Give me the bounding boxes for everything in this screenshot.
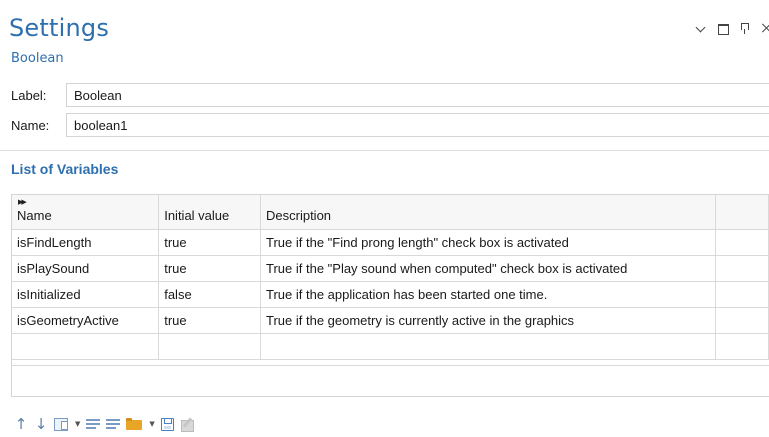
cell-description[interactable] [260,332,717,360]
cell-name[interactable]: isGeometryActive [12,306,160,334]
insert-row-icon[interactable] [54,417,68,431]
column-header-extra [715,195,769,230]
save-icon[interactable] [160,417,174,431]
table-row[interactable]: isPlaySound true True if the "Play sound… [12,254,769,282]
cell-description[interactable]: True if the "Play sound when computed" c… [260,254,717,282]
cell-description[interactable]: True if the application has been started… [260,280,717,308]
name-row: Name: [0,113,769,137]
cell-initial-value[interactable]: true [158,306,261,334]
name-caption: Name: [11,117,50,133]
window-controls [695,22,769,35]
page-title: Settings [9,14,110,42]
cell-name[interactable]: isFindLength [12,228,160,256]
cell-initial-value[interactable]: true [158,228,261,256]
variables-table: ▶▶ Name Initial value Description isFind… [11,194,769,397]
table-header-row: Name Initial value Description [12,195,769,230]
label-caption: Label: [11,87,47,103]
chevron-down-icon[interactable]: ▼ [149,420,154,428]
cell-extra [715,254,769,282]
page-subtitle: Boolean [11,51,64,66]
pin-icon[interactable] [739,22,751,34]
expand-columns-icon[interactable]: ▶▶ [18,198,27,206]
cell-extra [715,228,769,256]
move-down-icon[interactable]: ↓ [34,415,48,433]
cell-extra [715,306,769,334]
close-icon[interactable] [761,22,769,34]
table-row-empty[interactable] [12,332,769,360]
label-row: Label: [0,83,769,107]
table-row[interactable]: isGeometryActive true True if the geomet… [12,306,769,334]
cell-name[interactable]: isPlaySound [12,254,160,282]
open-folder-icon[interactable] [126,418,143,430]
table-row[interactable]: isInitialized false True if the applicat… [12,280,769,308]
list-icon[interactable] [86,418,101,430]
cell-description[interactable]: True if the geometry is currently active… [260,306,717,334]
column-header-initial-value[interactable]: Initial value [158,195,261,230]
cell-initial-value[interactable]: true [158,254,261,282]
section-title-list-of-variables[interactable]: List of Variables [11,161,118,177]
name-input[interactable] [66,113,769,137]
cell-description[interactable]: True if the "Find prong length" check bo… [260,228,717,256]
cell-name[interactable] [12,332,160,360]
label-input[interactable] [66,83,769,107]
edit-icon[interactable] [180,417,194,432]
move-up-icon[interactable]: ↑ [14,415,28,433]
section-divider [0,150,769,151]
cell-name[interactable]: isInitialized [12,280,160,308]
table-toolbar: ↑ ↓ ▼ ▼ [14,414,200,434]
column-header-description[interactable]: Description [260,195,717,230]
chevron-down-icon[interactable] [695,22,707,34]
column-header-name[interactable]: Name [12,195,160,230]
table-bottom-divider [12,365,769,366]
chevron-down-icon[interactable]: ▼ [75,420,80,428]
cell-initial-value[interactable] [158,332,261,360]
cell-initial-value[interactable]: false [158,280,261,308]
clear-list-icon[interactable] [106,418,121,430]
maximize-icon[interactable] [717,22,729,35]
table-row[interactable]: isFindLength true True if the "Find pron… [12,228,769,256]
cell-extra [715,332,769,360]
cell-extra [715,280,769,308]
